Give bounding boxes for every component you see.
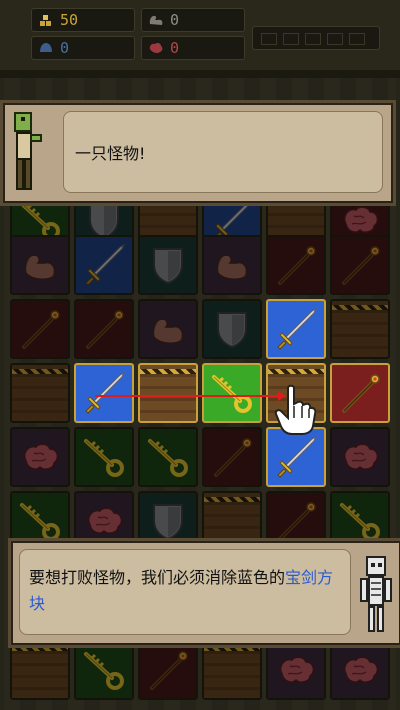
- crate-tile[interactable]: [10, 363, 70, 423]
- staff-icon: [338, 371, 382, 415]
- shield-tile[interactable]: [202, 299, 262, 359]
- staff-icon: [18, 307, 62, 351]
- staff-icon: [146, 648, 190, 692]
- brain-icon: [338, 648, 382, 692]
- shield-icon: [210, 307, 254, 351]
- tutorial-message-bottom: 要想打败怪物，我们必须消除蓝色的宝剑方块: [29, 565, 349, 617]
- key-icon: [18, 499, 62, 543]
- strength-value: 0: [170, 11, 180, 29]
- sword-icon: [274, 307, 318, 351]
- brain-tile[interactable]: [266, 640, 326, 700]
- key-icon: [82, 435, 126, 479]
- strength-tile[interactable]: [202, 235, 262, 295]
- staff-tile[interactable]: [10, 299, 70, 359]
- staff-icon: [210, 435, 254, 479]
- staff-tile[interactable]: [202, 427, 262, 487]
- key-tile-highlighted[interactable]: [202, 363, 262, 423]
- brain-value: 0: [170, 39, 180, 57]
- tutorial-dialog-top: 一只怪物!: [0, 100, 396, 206]
- strength-stat: 0: [141, 8, 245, 32]
- key-icon: [82, 648, 126, 692]
- defense-value: 0: [60, 39, 70, 57]
- staff-tile-highlighted[interactable]: [330, 363, 390, 423]
- staff-icon: [338, 243, 382, 287]
- flexed-arm-icon: [210, 243, 254, 287]
- key-tile[interactable]: [74, 640, 134, 700]
- flexed-arm-icon: [18, 243, 62, 287]
- staff-tile[interactable]: [138, 640, 198, 700]
- sword-tile-highlighted[interactable]: [266, 299, 326, 359]
- sword-tile-highlighted[interactable]: [266, 427, 326, 487]
- staff-tile[interactable]: [330, 235, 390, 295]
- brain-icon: [82, 499, 126, 543]
- defense-stat: 0: [31, 36, 135, 60]
- message-text: 要想打败怪物，我们必须消除蓝色的: [29, 568, 286, 587]
- key-tile[interactable]: [74, 427, 134, 487]
- brain-icon: [274, 648, 318, 692]
- sword-icon: [82, 243, 126, 287]
- gold-stat: 50: [31, 8, 135, 32]
- tutorial-message-top: 一只怪物!: [75, 144, 146, 163]
- strength-tile[interactable]: [10, 235, 70, 295]
- crate-tile-highlighted[interactable]: [138, 363, 198, 423]
- staff-icon: [274, 499, 318, 543]
- brain-tile[interactable]: [10, 427, 70, 487]
- staff-tile[interactable]: [266, 235, 326, 295]
- shield-tile[interactable]: [138, 235, 198, 295]
- brain-icon: [338, 435, 382, 479]
- staff-tile[interactable]: [74, 299, 134, 359]
- brain-tile[interactable]: [330, 640, 390, 700]
- helmet-icon: [40, 43, 52, 52]
- stats-panel: 50 0 0 0: [0, 0, 400, 70]
- brain-icon: [18, 435, 62, 479]
- pointing-hand-icon: [274, 384, 316, 435]
- shield-icon: [146, 499, 190, 543]
- key-icon: [146, 435, 190, 479]
- gold-bars-icon: [40, 15, 51, 26]
- gold-value: 50: [60, 11, 79, 29]
- sword-tile-highlighted[interactable]: [74, 363, 134, 423]
- swipe-arrow: [95, 391, 286, 401]
- sword-icon: [82, 371, 126, 415]
- staff-icon: [82, 307, 126, 351]
- brain-icon: [149, 42, 163, 53]
- brain-stat: 0: [141, 36, 245, 60]
- flexed-arm-icon: [146, 307, 190, 351]
- key-icon: [210, 371, 254, 415]
- flexed-arm-icon: [149, 15, 163, 25]
- sword-tile[interactable]: [74, 235, 134, 295]
- brain-tile[interactable]: [330, 427, 390, 487]
- crate-tile[interactable]: [10, 640, 70, 700]
- staff-icon: [274, 243, 318, 287]
- skeleton-portrait: [360, 556, 392, 632]
- key-icon: [338, 499, 382, 543]
- crate-tile[interactable]: [330, 299, 390, 359]
- strength-tile[interactable]: [138, 299, 198, 359]
- equipment-slots: [252, 26, 380, 50]
- crate-tile[interactable]: [202, 640, 262, 700]
- key-tile[interactable]: [138, 427, 198, 487]
- tutorial-dialog-bottom: 要想打败怪物，我们必须消除蓝色的宝剑方块: [8, 538, 400, 648]
- sword-icon: [274, 435, 318, 479]
- shield-icon: [146, 243, 190, 287]
- zombie-hero-portrait: [9, 109, 45, 195]
